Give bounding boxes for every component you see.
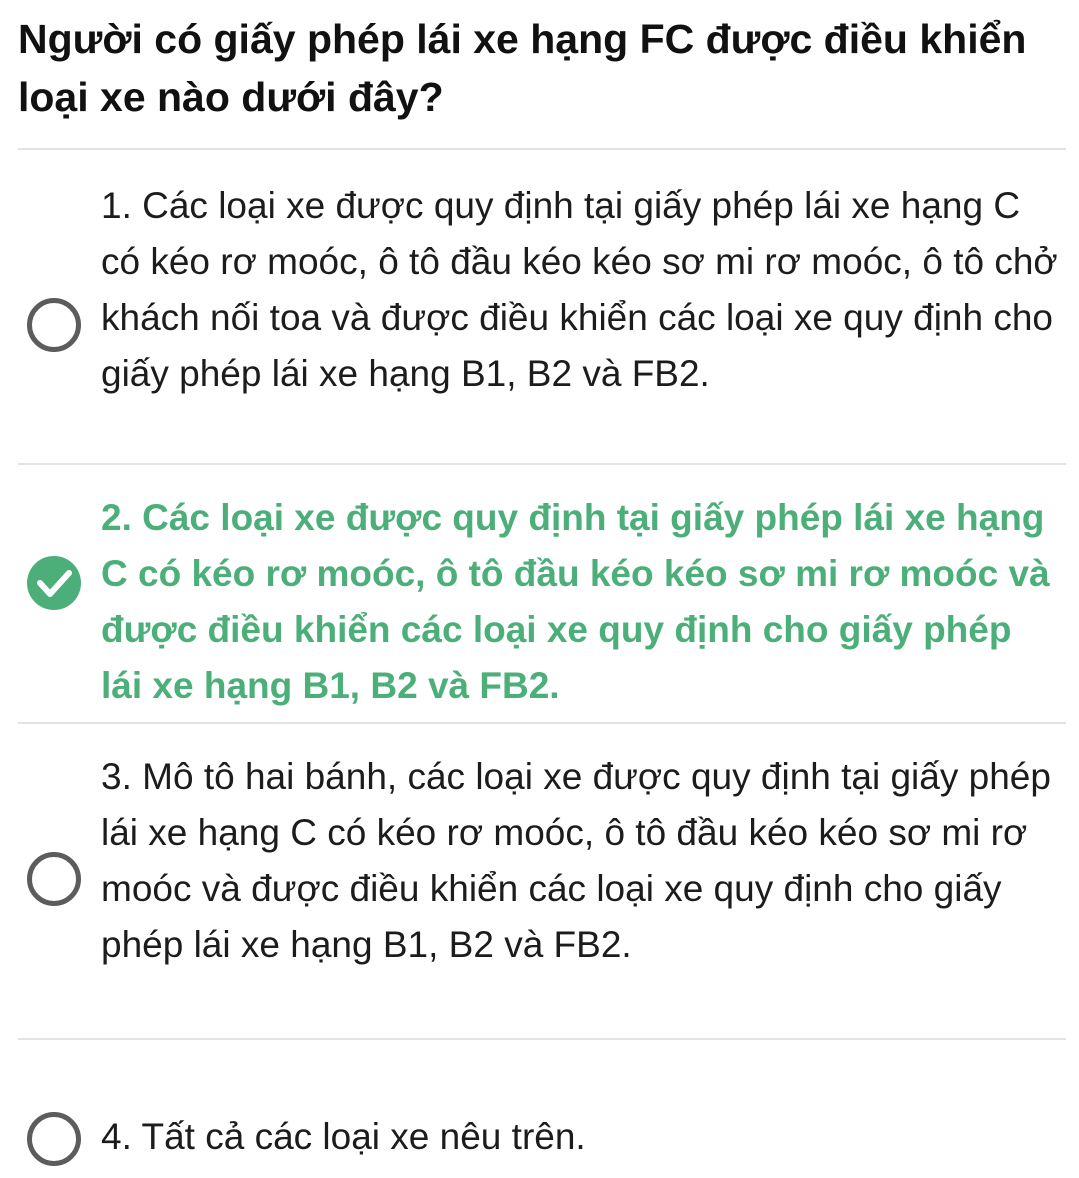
answer-option-4[interactable]: 4. Tất cả các loại xe nêu trên. bbox=[0, 1109, 1079, 1169]
answer-option-4-text: 4. Tất cả các loại xe nêu trên. bbox=[101, 1116, 586, 1157]
divider bbox=[18, 722, 1066, 724]
answer-option-2-text: 2. Các loại xe được quy định tại giấy ph… bbox=[101, 497, 1050, 706]
answer-option-3[interactable]: 3. Mô tô hai bánh, các loại xe được quy … bbox=[0, 749, 1079, 1024]
answer-option-1[interactable]: 1. Các loại xe được quy định tại giấy ph… bbox=[0, 178, 1079, 448]
radio-button-1[interactable] bbox=[27, 298, 81, 352]
question-title: Người có giấy phép lái xe hạng FC được đ… bbox=[18, 16, 1027, 120]
radio-button-2-checked[interactable] bbox=[27, 556, 81, 610]
divider bbox=[18, 148, 1066, 150]
radio-button-4[interactable] bbox=[27, 1112, 81, 1166]
divider bbox=[18, 463, 1066, 465]
checkmark-icon bbox=[37, 570, 72, 597]
answer-option-1-text: 1. Các loại xe được quy định tại giấy ph… bbox=[101, 185, 1058, 394]
answer-option-3-text: 3. Mô tô hai bánh, các loại xe được quy … bbox=[101, 756, 1051, 965]
answer-option-2[interactable]: 2. Các loại xe được quy định tại giấy ph… bbox=[0, 490, 1079, 706]
radio-button-3[interactable] bbox=[27, 852, 81, 906]
divider bbox=[18, 1038, 1066, 1040]
